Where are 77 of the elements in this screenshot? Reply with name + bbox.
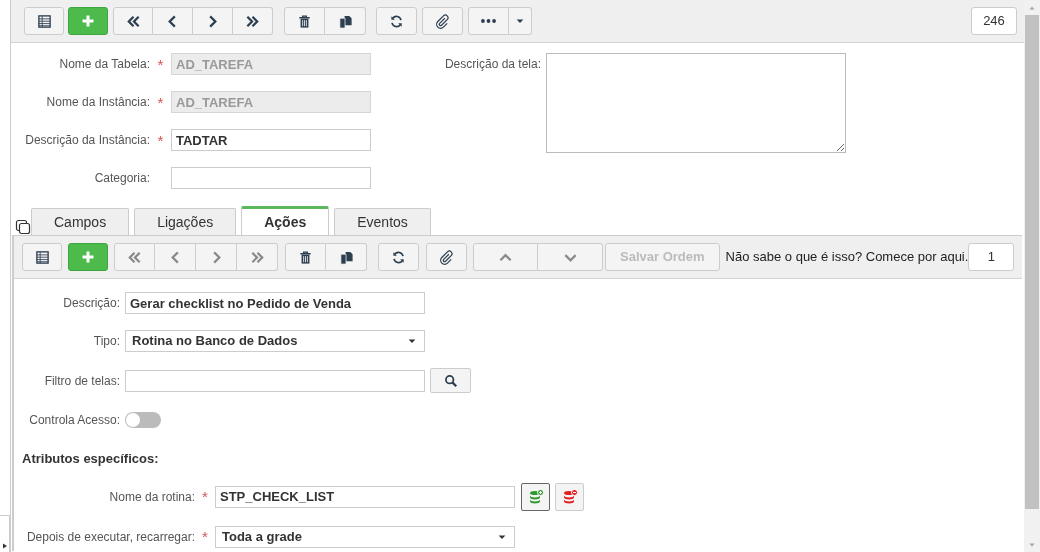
dropdown-field[interactable]: Rotina no Banco de Dados [125, 330, 425, 352]
collapsed-side-tab[interactable] [0, 515, 10, 552]
previous-button[interactable] [153, 7, 193, 35]
field-label: Nome da rotina: [108, 488, 195, 506]
next-button[interactable] [193, 7, 233, 35]
more-button[interactable] [468, 7, 509, 35]
triangle-icon [0, 542, 9, 550]
grid-view-button[interactable] [22, 243, 62, 271]
stacked-squares-icon [15, 219, 31, 235]
double-chevron-right-icon [245, 13, 260, 29]
documents-icon [338, 249, 354, 265]
record-count: 1 [968, 243, 1015, 271]
last-button[interactable] [233, 7, 273, 35]
double-chevron-left-icon [127, 249, 142, 265]
text-field[interactable]: TADTAR [171, 129, 371, 151]
field-label: Controla Acesso: [28, 412, 120, 429]
dropdown-field[interactable]: Toda a grade [215, 525, 515, 548]
required-mark: * [156, 132, 165, 148]
dots-icon [481, 19, 496, 23]
screen-description-field[interactable] [546, 53, 846, 153]
record-count: 246 [971, 7, 1017, 35]
required-mark: * [156, 56, 165, 72]
delete-button[interactable] [284, 7, 325, 35]
delete-button[interactable] [285, 243, 326, 271]
scrollbar-thumb[interactable] [1025, 15, 1039, 509]
text-field[interactable]: Gerar checklist no Pedido de Venda [125, 292, 425, 314]
toggle-switch[interactable] [125, 412, 161, 428]
field-label: Tipo: [92, 333, 120, 350]
tab[interactable]: Campos [31, 208, 130, 235]
field-label: Categoria: [93, 170, 150, 187]
field-label: Descrição da Instância: [24, 132, 150, 149]
search-button[interactable] [430, 368, 471, 393]
field-label: Descrição da tela: [443, 56, 541, 73]
field-label: Depois de executar, recarregar: [25, 528, 195, 546]
plus-icon [80, 13, 96, 29]
duplicate-button[interactable] [326, 243, 367, 271]
double-chevron-right-icon [249, 249, 265, 265]
text-field[interactable]: STP_CHECK_LIST [215, 485, 515, 508]
first-button[interactable] [113, 7, 153, 35]
refresh-icon [391, 249, 406, 265]
field-label: Descrição: [62, 295, 120, 312]
text-field[interactable] [171, 167, 371, 189]
double-chevron-left-icon [125, 13, 141, 29]
documents-icon [337, 13, 353, 29]
field-label: Nome da Tabela: [58, 56, 150, 73]
field-label: Filtro de telas: [43, 372, 120, 390]
help-link[interactable]: Não sabe o que é isso? Comece por aqui. [725, 247, 969, 267]
tab[interactable]: Eventos [334, 208, 431, 235]
database-plus-icon [527, 488, 544, 505]
add-database-button[interactable] [521, 482, 550, 511]
required-mark: * [201, 489, 209, 504]
required-mark: * [156, 94, 165, 110]
refresh-button[interactable] [376, 7, 417, 35]
paperclip-icon [435, 13, 450, 29]
attach-button[interactable] [426, 243, 467, 271]
table-icon [34, 249, 50, 265]
attach-button[interactable] [422, 7, 463, 35]
tab[interactable]: Ligações [134, 208, 237, 235]
add-button[interactable] [68, 243, 108, 271]
section-title: Atributos específicos: [21, 450, 160, 468]
field-label: Nome da Instância: [45, 94, 150, 111]
duplicate-button[interactable] [325, 7, 366, 35]
add-button[interactable] [68, 7, 108, 35]
required-mark: * [201, 529, 209, 544]
grid-view-button[interactable] [24, 7, 64, 35]
filter-field[interactable] [125, 369, 425, 392]
plus-icon [80, 249, 96, 265]
tab[interactable]: Ações [241, 206, 330, 235]
database-minus-icon [561, 488, 578, 505]
trash-icon [297, 13, 312, 29]
trash-icon [298, 249, 313, 265]
table-icon [36, 13, 52, 29]
refresh-button[interactable] [378, 243, 419, 271]
remove-database-button[interactable] [555, 482, 584, 511]
search-icon [443, 373, 458, 388]
paperclip-icon [439, 249, 454, 265]
refresh-icon [389, 13, 404, 29]
